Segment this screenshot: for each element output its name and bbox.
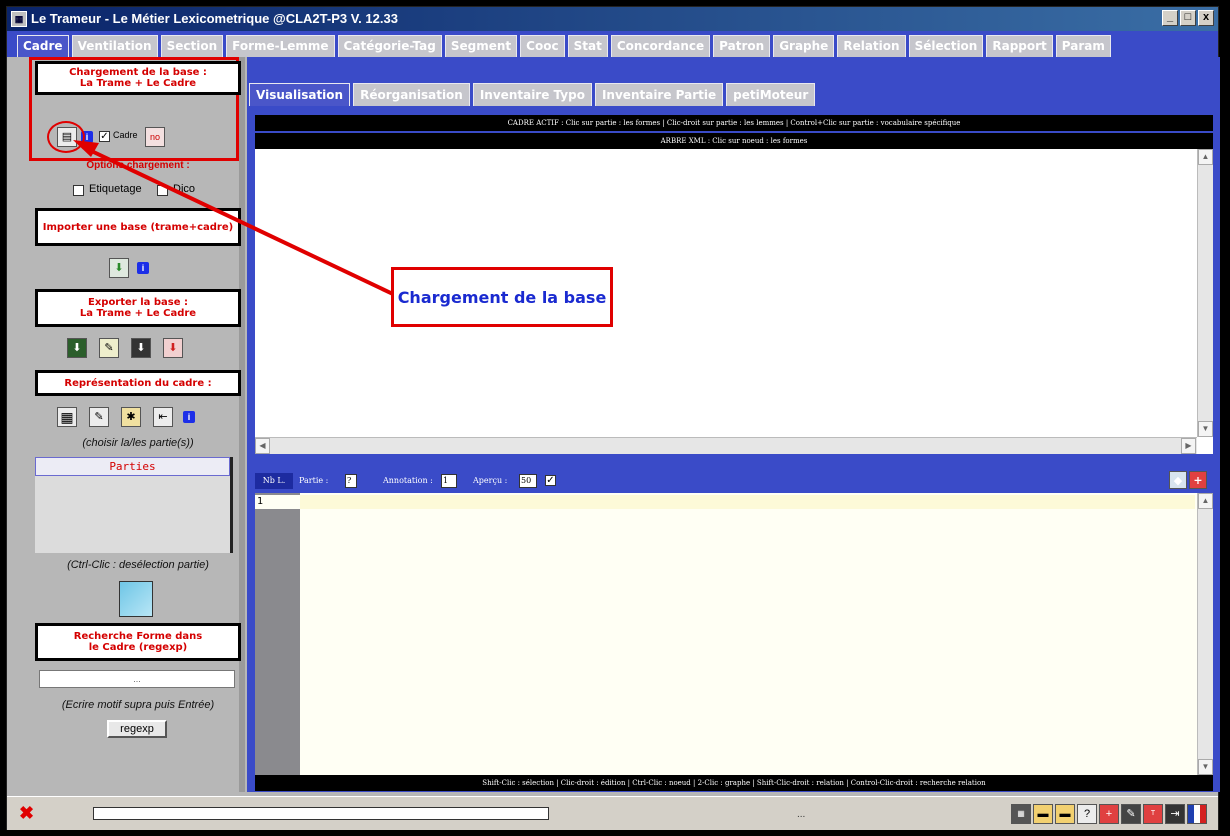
app-window: ▦ Le Trameur - Le Métier Lexicometrique … [6,6,1220,830]
annotation-arrow [73,140,396,297]
annotation-callout: Chargement de la base [391,267,613,327]
